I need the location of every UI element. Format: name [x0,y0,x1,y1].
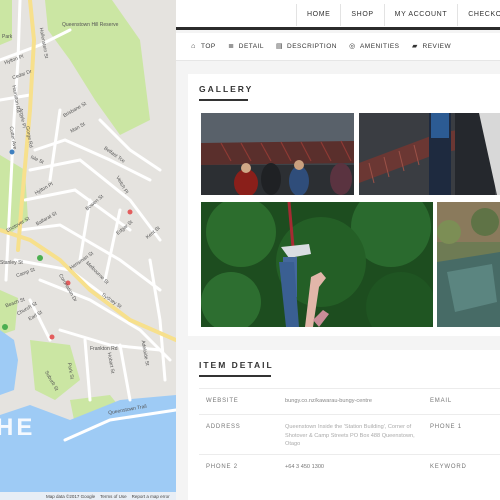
street-label: Stanley St [0,260,23,266]
phone-value: +64 3 450 1300 [285,464,325,470]
gallery-section: GALLERY [188,74,500,336]
nav-home[interactable]: HOME [296,4,340,26]
listing-panel: HOME SHOP MY ACCOUNT CHECKOUT ⌂ TOP ≣ DE… [176,0,500,500]
title-underline [199,99,248,101]
detail-label: ADDRESS [206,424,241,430]
document-icon: ▤ [276,43,284,50]
street-label: Queenstown Hill Reserve [62,22,119,28]
map-area-label: HE [0,414,36,441]
nav-shop[interactable]: SHOP [340,4,383,26]
tab-detail[interactable]: ≣ DETAIL [228,43,264,50]
top-navigation: HOME SHOP MY ACCOUNT CHECKOUT [176,0,500,30]
street-label: Park [2,34,13,40]
item-detail-title: ITEM DETAIL [199,360,274,370]
map-terms-link[interactable]: Terms of Use [100,494,127,499]
comment-icon: ▰ [412,43,418,50]
detail-row-address: ADDRESS Queenstown Inside the 'Station B… [199,414,500,454]
list-icon: ≣ [228,43,235,50]
detail-row-phone: PHONE 2 +64 3 450 1300 KEYWORD [199,454,500,480]
tab-label: AMENITIES [359,43,400,50]
gallery-photo-river-gorge[interactable] [437,202,500,327]
gallery-photo-jump-drop[interactable] [201,202,433,327]
home-icon: ⌂ [191,43,196,50]
street-label: Frankton Rd [90,346,118,352]
address-value: Queenstown Inside the 'Station Building'… [285,424,415,447]
map-footer: Map data ©2017 Google Terms of Use Repor… [0,492,176,500]
detail-label: PHONE 2 [206,464,238,470]
item-detail-section: ITEM DETAIL WEBSITE bungy.co.nz/kawarau-… [188,350,500,500]
map-attribution: Map data ©2017 Google [46,493,96,499]
nav-my-account[interactable]: MY ACCOUNT [383,4,458,26]
gallery-photo-bungy-jumper[interactable] [359,113,500,195]
detail-label: KEYWORD [430,464,467,470]
gallery-title: GALLERY [199,84,254,94]
tab-label: DETAIL [238,43,265,50]
tab-amenities[interactable]: ◎ AMENITIES [349,43,400,50]
section-navigation: ⌂ TOP ≣ DETAIL ▤ DESCRIPTION ◎ AMENITIES… [176,33,500,61]
target-icon: ◎ [349,43,356,50]
tab-label: DESCRIPTION [287,43,337,50]
detail-label: EMAIL [430,398,453,404]
tab-label: REVIEW [422,43,452,50]
nav-checkout[interactable]: CHECKOUT [457,4,500,26]
tab-top[interactable]: ⌂ TOP [190,43,216,50]
title-underline [199,375,271,377]
gallery-photo-bridge-crowd[interactable] [201,113,354,195]
website-link[interactable]: bungy.co.nz/kawarau-bungy-centre [285,397,372,406]
detail-label: PHONE 1 [430,424,462,430]
tab-label: TOP [201,43,216,50]
map[interactable]: Park Hylton Pl Cedar Dr Hallenstein St Q… [0,0,176,500]
detail-label: WEBSITE [206,398,239,404]
detail-row-website: WEBSITE bungy.co.nz/kawarau-bungy-centre… [199,388,500,414]
map-report-link[interactable]: Report a map error [132,494,170,499]
tab-description[interactable]: ▤ DESCRIPTION [276,43,337,50]
tab-review[interactable]: ▰ REVIEW [412,43,452,50]
